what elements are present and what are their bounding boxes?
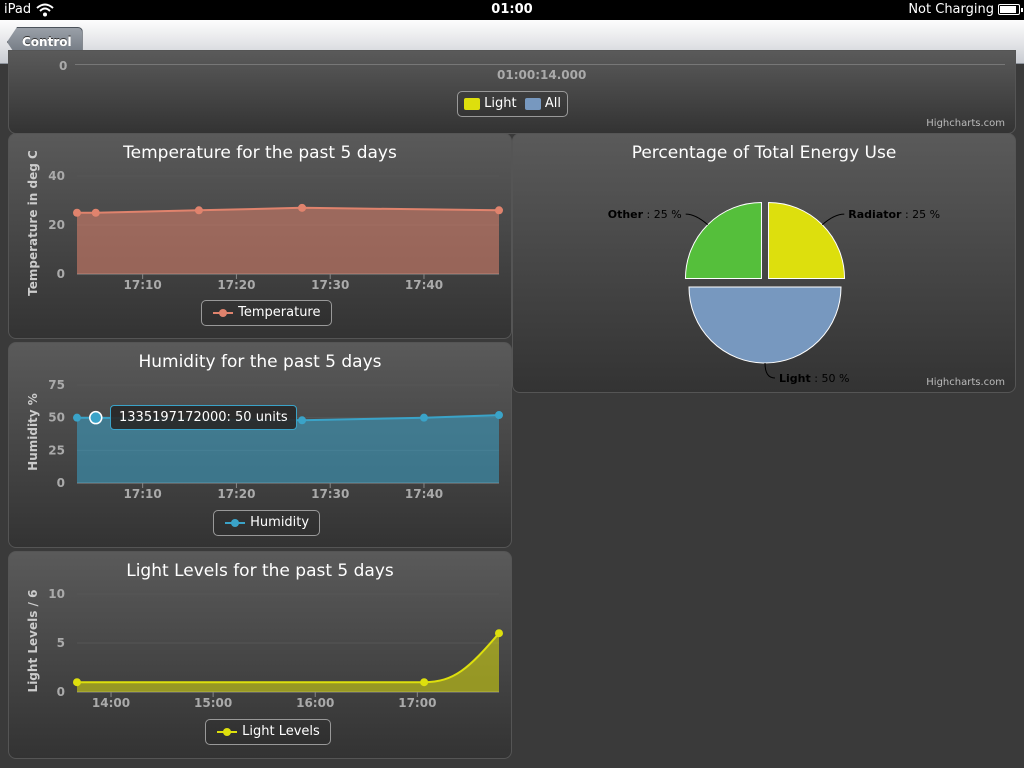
pie-label-name: Light: [779, 372, 811, 385]
data-point: [73, 208, 81, 217]
y-tick-label: 0: [57, 267, 65, 281]
data-point: [420, 678, 429, 687]
data-point: [419, 413, 428, 422]
tooltip: 1335197172000: 50 units: [110, 405, 297, 430]
legend-symbol: [213, 308, 233, 317]
humidity-legend[interactable]: Humidity: [213, 510, 321, 536]
light-levels-legend[interactable]: Light Levels: [205, 719, 331, 745]
clock: 01:00: [491, 2, 533, 17]
y-tick-label: 75: [48, 378, 65, 392]
chart-credits[interactable]: Highcharts.com: [926, 118, 1005, 129]
pie-label-name: Radiator: [848, 208, 902, 221]
pie-label-value: : 25 %: [643, 208, 682, 221]
y-tick-label: 0: [57, 685, 65, 699]
legend-symbol: [217, 727, 237, 736]
temperature-legend[interactable]: Temperature: [201, 300, 332, 326]
pie-slice: [688, 286, 842, 364]
y-tick-label: 10: [48, 587, 65, 601]
status-bar: iPad 01:00 Not Charging: [0, 0, 1024, 20]
x-tick-label: 15:00: [194, 696, 232, 710]
pie-data-label: Light : 50 %: [779, 372, 849, 385]
x-tick-label: 17:40: [405, 278, 443, 292]
data-label-connector: [685, 213, 709, 226]
data-point: [298, 416, 307, 425]
legend-label: Light Levels: [242, 724, 320, 739]
legend-symbol-all: [524, 97, 541, 110]
data-label-connector: [764, 362, 776, 379]
y-tick-label: 0: [57, 476, 65, 490]
data-point: [91, 208, 100, 217]
pie-slice: [768, 201, 846, 279]
data-label-connector: [821, 213, 845, 226]
charging-status: Not Charging: [908, 2, 994, 17]
data-point: [495, 411, 503, 420]
x-tick: 01:00:14.000: [497, 68, 587, 82]
x-tick-label: 17:00: [398, 696, 436, 710]
energy-pie-plot: Radiator : 25 % Light : 50 % Other : 25 %: [608, 201, 940, 385]
pie-label-value: : 25 %: [901, 208, 940, 221]
legend-symbol-light: [464, 97, 480, 110]
temperature-chart: Temperature for the past 5 days Temperat…: [8, 133, 512, 339]
y-tick-label: 40: [48, 169, 65, 183]
energy-history-chart: 0 01:00:14.000 Light All Highcharts.com: [8, 50, 1016, 134]
series-area: [77, 207, 499, 274]
top-chart-legend[interactable]: Light All: [457, 91, 568, 117]
energy-pie-chart: Percentage of Total Energy Use Radiator …: [512, 133, 1016, 393]
y-tick-label: 20: [48, 218, 65, 232]
x-tick-label: 17:20: [217, 278, 255, 292]
x-tick-label: 14:00: [92, 696, 130, 710]
pie-label-name: Other: [608, 208, 644, 221]
y-tick-label: 50: [48, 411, 65, 425]
data-point: [495, 206, 503, 215]
data-point: [495, 629, 503, 638]
y-tick: 0: [59, 59, 68, 73]
data-point: [73, 678, 81, 687]
x-tick-label: 17:30: [311, 487, 349, 501]
legend-label: Humidity: [250, 515, 310, 530]
pie-label-value: : 50 %: [811, 372, 850, 385]
x-tick-label: 17:30: [311, 278, 349, 292]
legend-marker: [219, 308, 227, 317]
light-levels-chart: Light Levels for the past 5 days Light L…: [8, 551, 512, 759]
pie-data-label: Radiator : 25 %: [848, 208, 940, 221]
x-tick-label: 17:10: [124, 487, 162, 501]
legend-label: Temperature: [238, 305, 321, 320]
data-point: [194, 206, 203, 215]
data-point: [298, 203, 307, 212]
legend-marker: [223, 727, 231, 736]
legend-marker: [231, 518, 239, 527]
x-tick-label: 17:40: [405, 487, 443, 501]
pie-slice: [684, 201, 762, 279]
y-tick-label: 5: [57, 636, 65, 650]
humidity-chart: Humidity for the past 5 days Humidity % …: [8, 342, 512, 548]
y-tick-label: 25: [48, 443, 65, 457]
data-point: [73, 413, 81, 422]
legend-label-all: All: [544, 96, 561, 111]
series-line: [77, 632, 500, 684]
legend-symbol: [225, 518, 245, 527]
legend-label-light: Light: [484, 96, 517, 111]
battery-icon: [998, 4, 1023, 15]
pie-data-label: Other : 25 %: [608, 208, 682, 221]
x-axis-line: [75, 64, 1005, 65]
x-tick-label: 17:20: [217, 487, 255, 501]
data-point-hover: [89, 410, 103, 425]
chart-credits[interactable]: Highcharts.com: [926, 377, 1005, 388]
x-tick-label: 16:00: [296, 696, 334, 710]
x-tick-label: 17:10: [124, 278, 162, 292]
